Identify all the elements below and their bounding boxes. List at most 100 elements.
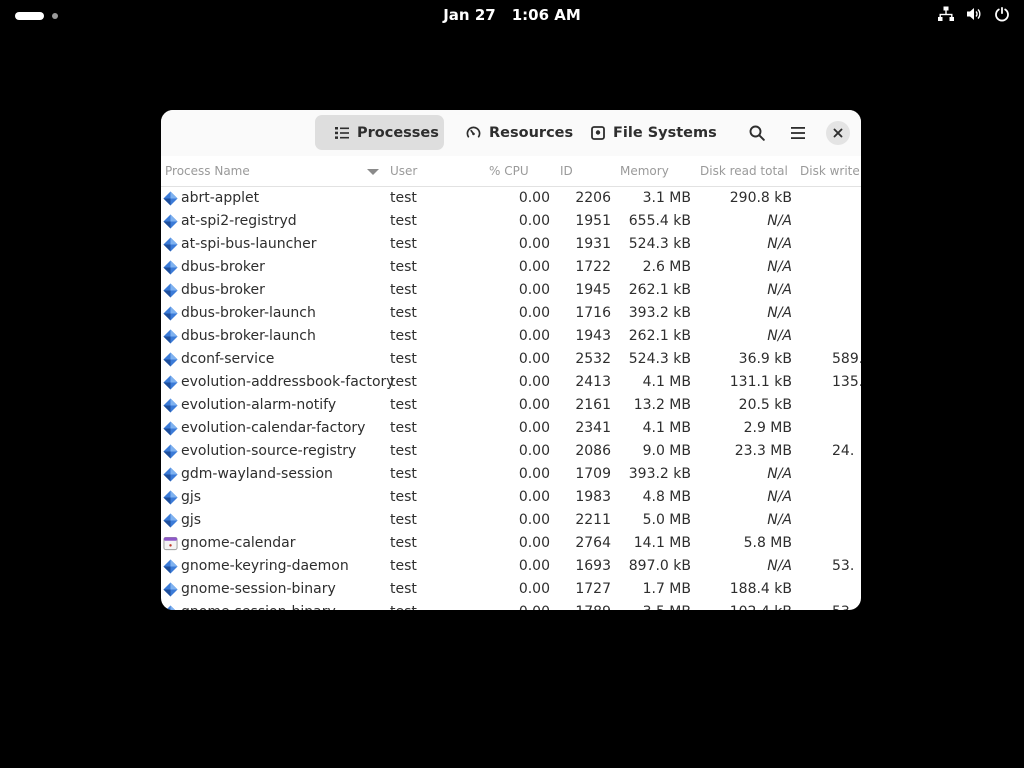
id-cell: 1931 <box>575 236 611 252</box>
table-row[interactable]: gnome-keyring-daemon test 0.00 1693 897.0 kB… <box>161 555 861 578</box>
user-cell: test <box>390 397 417 413</box>
user-cell: test <box>390 489 417 505</box>
process-name-cell: gdm-wayland-session <box>181 466 333 482</box>
memory-cell: 4.8 MB <box>642 489 691 505</box>
memory-cell: 1.7 MB <box>642 581 691 597</box>
user-cell: test <box>390 604 417 610</box>
disk-read-cell: N/A <box>767 213 792 229</box>
column-disk-write-total[interactable]: Disk write t <box>800 164 861 178</box>
cpu-cell: 0.00 <box>518 581 550 597</box>
cpu-cell: 0.00 <box>518 236 550 252</box>
clock-date: Jan 27 <box>443 6 496 24</box>
table-row[interactable]: dbus-broker-launch test 0.00 1716 393.2 kB N/… <box>161 302 861 325</box>
column-id[interactable]: ID <box>560 164 573 178</box>
cpu-cell: 0.00 <box>518 397 550 413</box>
table-row[interactable]: dbus-broker test 0.00 1945 262.1 kB N/A <box>161 279 861 302</box>
clock[interactable]: Jan 27 1:06 AM <box>0 6 1024 24</box>
disk-write-cell: 135. <box>832 374 861 390</box>
memory-cell: 393.2 kB <box>628 305 691 321</box>
process-name-cell: dbus-broker <box>181 259 265 275</box>
table-row[interactable]: at-spi2-registryd test 0.00 1951 655.4 kB N/A <box>161 210 861 233</box>
memory-cell: 897.0 kB <box>628 558 691 574</box>
user-cell: test <box>390 328 417 344</box>
disk-read-cell: N/A <box>767 512 792 528</box>
memory-cell: 4.1 MB <box>642 420 691 436</box>
table-row[interactable]: abrt-applet test 0.00 2206 3.1 MB 290.8 kB <box>161 187 861 210</box>
tab-processes[interactable]: Processes <box>315 115 444 150</box>
user-cell: test <box>390 443 417 459</box>
user-cell: test <box>390 535 417 551</box>
process-name-cell: dbus-broker-launch <box>181 328 316 344</box>
tab-processes-label: Processes <box>357 124 439 141</box>
system-monitor-window: Processes Resources File Systems Process… <box>161 110 861 610</box>
cpu-cell: 0.00 <box>518 374 550 390</box>
column-disk-read-total[interactable]: Disk read total <box>700 164 788 178</box>
id-cell: 1951 <box>575 213 611 229</box>
menu-icon <box>791 127 805 139</box>
tab-file-systems-label: File Systems <box>613 124 717 141</box>
tab-resources[interactable]: Resources <box>466 115 573 150</box>
table-row[interactable]: dbus-broker-launch test 0.00 1943 262.1 kB N/… <box>161 325 861 348</box>
table-row[interactable]: gnome-session-binary test 0.00 1727 1.7 MB 18… <box>161 578 861 601</box>
top-bar: Jan 27 1:06 AM <box>0 0 1024 32</box>
cpu-cell: 0.00 <box>518 259 550 275</box>
process-name-cell: evolution-alarm-notify <box>181 397 337 413</box>
close-button[interactable] <box>826 121 850 145</box>
table-row[interactable]: dbus-broker test 0.00 1722 2.6 MB N/A <box>161 256 861 279</box>
table-row[interactable]: gnome-session-binary test 0.00 1789 3.5 MB 10… <box>161 601 861 610</box>
memory-cell: 3.5 MB <box>643 604 691 610</box>
column-memory[interactable]: Memory <box>620 164 669 178</box>
tab-resources-label: Resources <box>489 124 574 141</box>
cpu-cell: 0.00 <box>518 213 550 229</box>
table-row[interactable]: gnome-calendar test 0.00 2764 14.1 MB 5.8 MB <box>161 532 861 555</box>
id-cell: 1945 <box>575 282 611 298</box>
process-name-cell: dbus-broker <box>181 282 265 298</box>
table-row[interactable]: evolution-addressbook-factory test 0.00 241… <box>161 371 861 394</box>
cpu-cell: 0.00 <box>519 604 550 610</box>
memory-cell: 524.3 kB <box>628 351 691 367</box>
table-row[interactable]: evolution-alarm-notify test 0.00 2161 13.2 M… <box>161 394 861 417</box>
disk-write-cell: 589. <box>832 351 861 367</box>
id-cell: 2211 <box>575 512 611 528</box>
process-name-cell: gnome-calendar <box>181 535 296 551</box>
process-list[interactable]: abrt-applet test 0.00 2206 3.1 MB 290.8 kB at-… <box>161 187 861 610</box>
cpu-cell: 0.00 <box>518 351 550 367</box>
memory-cell: 262.1 kB <box>628 282 691 298</box>
table-row[interactable]: gjs test 0.00 1983 4.8 MB N/A <box>161 486 861 509</box>
table-row[interactable]: gjs test 0.00 2211 5.0 MB N/A <box>161 509 861 532</box>
system-tray[interactable] <box>938 6 1010 22</box>
id-cell: 1722 <box>575 259 611 275</box>
user-cell: test <box>390 236 417 252</box>
memory-cell: 3.1 MB <box>642 190 691 206</box>
table-row[interactable]: evolution-source-registry test 0.00 2086 9.0… <box>161 440 861 463</box>
user-cell: test <box>390 581 417 597</box>
id-cell: 2413 <box>575 374 611 390</box>
column-user[interactable]: User <box>390 164 417 178</box>
process-name-cell: dconf-service <box>181 351 275 367</box>
column-cpu[interactable]: % CPU <box>489 164 529 178</box>
main-menu-button[interactable] <box>783 118 813 148</box>
table-row[interactable]: at-spi-bus-launcher test 0.00 1931 524.3 kB N… <box>161 233 861 256</box>
column-process-name[interactable]: Process Name <box>165 164 250 178</box>
search-button[interactable] <box>742 118 772 148</box>
table-row[interactable]: gdm-wayland-session test 0.00 1709 393.2 kB N… <box>161 463 861 486</box>
user-cell: test <box>390 190 417 206</box>
disk-read-cell: N/A <box>767 489 792 505</box>
disk-icon <box>591 125 605 140</box>
process-name-cell: dbus-broker-launch <box>181 305 316 321</box>
user-cell: test <box>390 305 417 321</box>
memory-cell: 2.6 MB <box>642 259 691 275</box>
user-cell: test <box>390 512 417 528</box>
tab-file-systems[interactable]: File Systems <box>591 115 717 150</box>
user-cell: test <box>390 374 417 390</box>
process-name-cell: abrt-applet <box>181 190 260 206</box>
id-cell: 1789 <box>575 604 611 610</box>
table-row[interactable]: evolution-calendar-factory test 0.00 2341 4.… <box>161 417 861 440</box>
disk-write-cell: 53. <box>832 604 854 610</box>
user-cell: test <box>390 466 417 482</box>
disk-read-cell: 20.5 kB <box>738 397 792 413</box>
process-name-cell: gnome-session-binary <box>181 581 336 597</box>
cpu-cell: 0.00 <box>518 282 550 298</box>
process-name-cell: at-spi2-registryd <box>181 213 297 229</box>
table-row[interactable]: dconf-service test 0.00 2532 524.3 kB 36.9 kB… <box>161 348 861 371</box>
